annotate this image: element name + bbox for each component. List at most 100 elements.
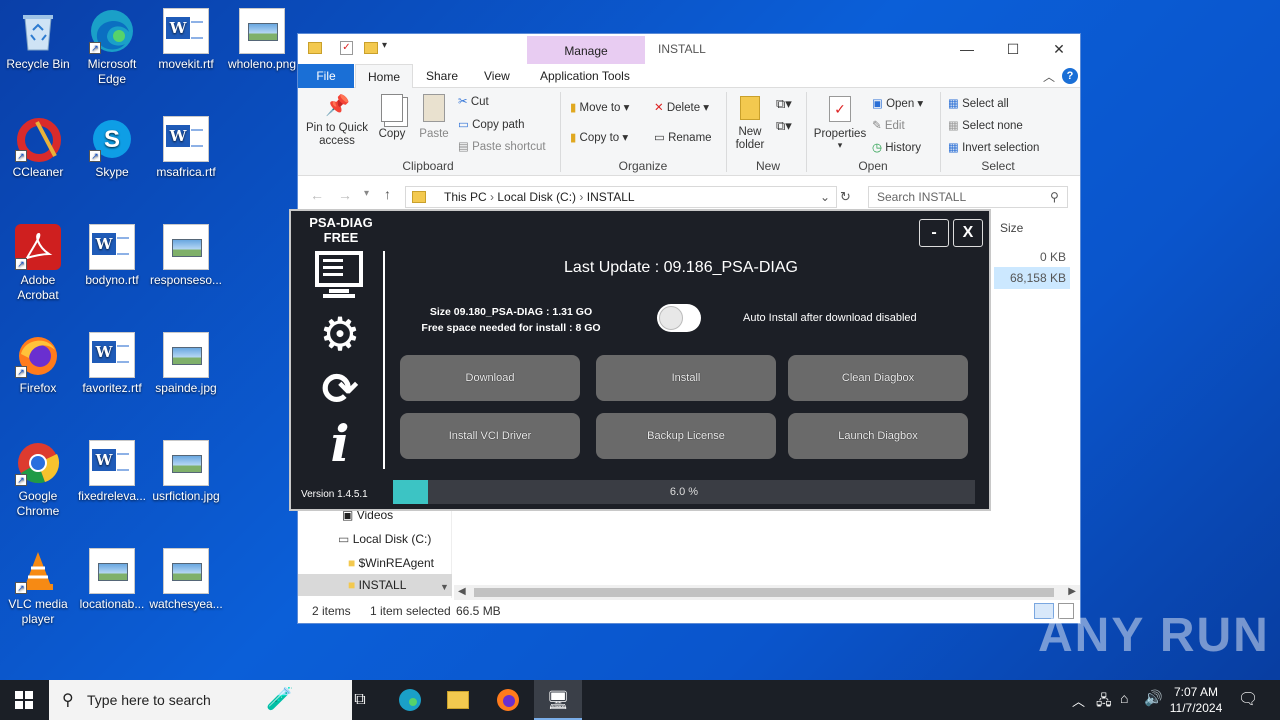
- desktop-icon-ccleaner[interactable]: ↗ CCleaner: [0, 116, 76, 180]
- column-header-size[interactable]: Size: [1000, 221, 1023, 235]
- update-sync-icon[interactable]: ⟳: [317, 367, 363, 413]
- maximize-button[interactable]: ☐: [990, 34, 1036, 64]
- taskbar-search-input[interactable]: Type here to search: [49, 680, 352, 720]
- open-button[interactable]: ▣ Open ▾: [872, 96, 923, 110]
- desktop-icon-recycle-bin[interactable]: Recycle Bin: [0, 8, 76, 72]
- settings-gear-icon[interactable]: ⚙: [317, 311, 363, 357]
- easy-access-button[interactable]: ⧉▾: [776, 118, 792, 134]
- breadcrumb-disk[interactable]: Local Disk (C:): [497, 190, 576, 204]
- ribbon-collapse-icon[interactable]: ︿: [1043, 68, 1055, 85]
- desktop-icon-bodyno[interactable]: W bodyno.rtf: [74, 224, 150, 288]
- breadcrumb-install[interactable]: INSTALL: [587, 190, 635, 204]
- nav-item-winreagent[interactable]: ■ $WinREAgent: [348, 556, 434, 570]
- clean-diagbox-button[interactable]: Clean Diagbox: [788, 355, 968, 401]
- up-arrow-icon[interactable]: ↑: [384, 186, 391, 202]
- select-all-button[interactable]: ▦ Select all: [948, 96, 1009, 110]
- invert-selection-button[interactable]: ▦ Invert selection: [948, 140, 1039, 154]
- tab-application-tools[interactable]: Application Tools: [528, 64, 642, 88]
- scroll-thumb[interactable]: [474, 588, 1054, 597]
- breadcrumb-this-pc[interactable]: This PC: [444, 190, 487, 204]
- rename-button[interactable]: ▭ Rename: [654, 130, 712, 144]
- desktop-icon-movekit[interactable]: W movekit.rtf: [148, 8, 224, 72]
- taskbar-edge[interactable]: [386, 680, 434, 720]
- desktop-icon-favoritez[interactable]: W favoritez.rtf: [74, 332, 150, 396]
- notifications-icon[interactable]: 🗨: [1238, 689, 1258, 709]
- scroll-down-icon[interactable]: ▼: [440, 582, 449, 592]
- auto-install-toggle[interactable]: [657, 304, 701, 332]
- properties-quick-icon[interactable]: ✓: [340, 41, 353, 55]
- recent-dropdown-icon[interactable]: ▾: [364, 188, 369, 199]
- quick-access-dropdown-icon[interactable]: ▾: [382, 40, 387, 51]
- search-input[interactable]: Search INSTALL: [868, 186, 1068, 208]
- taskbar-psa-diag[interactable]: 🖥: [534, 680, 582, 720]
- taskbar-firefox[interactable]: [484, 680, 532, 720]
- minimize-button[interactable]: -: [919, 219, 949, 247]
- desktop-icon-vlc[interactable]: ↗ VLC media player: [0, 548, 76, 627]
- history-button[interactable]: ◷ History: [872, 140, 921, 154]
- new-item-button[interactable]: ⧉▾: [776, 96, 792, 112]
- select-none-button[interactable]: ▦ Select none: [948, 118, 1023, 132]
- desktop-icon-fixedreleva[interactable]: W fixedreleva...: [74, 440, 150, 504]
- desktop-icon-wholeno[interactable]: wholeno.png: [224, 8, 300, 72]
- nav-item-local-disk[interactable]: ▭ Local Disk (C:): [338, 532, 431, 546]
- address-bar[interactable]: This PC › Local Disk (C:) › INSTALL ⌄: [405, 186, 837, 208]
- new-folder-quick-icon[interactable]: [364, 42, 378, 54]
- copy-to-button[interactable]: ▮ Copy to ▾: [570, 130, 628, 144]
- cut-button[interactable]: ✂ Cut: [458, 94, 489, 108]
- edit-button[interactable]: ✎ Edit: [872, 118, 905, 132]
- desktop-icon-skype[interactable]: S ↗ Skype: [74, 116, 150, 180]
- desktop-icon-locationab[interactable]: locationab...: [74, 548, 150, 612]
- desktop-icon-firefox[interactable]: ↗ Firefox: [0, 332, 76, 396]
- desktop-icon-watchesyea[interactable]: watchesyea...: [148, 548, 224, 612]
- desktop-icon-msafrica[interactable]: W msafrica.rtf: [148, 116, 224, 180]
- paste-button[interactable]: Paste: [416, 94, 452, 140]
- back-arrow-icon[interactable]: ←: [310, 187, 324, 203]
- close-button[interactable]: X: [953, 219, 983, 247]
- properties-button[interactable]: ✓ Properties ▾: [812, 96, 868, 151]
- desktop-icon-spainde[interactable]: spainde.jpg: [148, 332, 224, 396]
- desktop-icon-usrfiction[interactable]: usrfiction.jpg: [148, 440, 224, 504]
- tab-home[interactable]: Home: [355, 64, 414, 88]
- show-hidden-icons-icon[interactable]: ︿: [1072, 691, 1085, 710]
- desktop-icon-responseso[interactable]: responseso...: [148, 224, 224, 288]
- desktop-icon-chrome[interactable]: ↗ Google Chrome: [0, 440, 76, 519]
- pin-to-quick-access-button[interactable]: 📌 Pin to Quick access: [304, 94, 370, 148]
- manage-tab[interactable]: Manage: [527, 36, 645, 64]
- address-dropdown-icon[interactable]: ⌄: [820, 187, 830, 207]
- task-view-button[interactable]: ⧉: [336, 680, 384, 720]
- tab-share[interactable]: Share: [414, 64, 470, 88]
- tab-file[interactable]: File: [298, 64, 354, 88]
- new-folder-button[interactable]: New folder: [730, 96, 770, 152]
- scroll-right-icon[interactable]: ▶: [1068, 586, 1076, 597]
- scroll-left-icon[interactable]: ◀: [458, 586, 466, 597]
- install-button[interactable]: Install: [596, 355, 776, 401]
- taskbar-file-explorer[interactable]: [434, 680, 482, 720]
- move-to-button[interactable]: ▮ Move to ▾: [570, 100, 629, 114]
- info-icon[interactable]: i: [317, 419, 363, 469]
- delete-button[interactable]: ✕ Delete ▾: [654, 100, 709, 114]
- desktop-icon-edge[interactable]: ↗ Microsoft Edge: [74, 8, 150, 87]
- windows-logo-icon: [15, 691, 33, 709]
- backup-license-button[interactable]: Backup License: [596, 413, 776, 459]
- clock[interactable]: 7:07 AM 11/7/2024: [1166, 684, 1226, 716]
- paste-shortcut-button[interactable]: ▤ Paste shortcut: [458, 139, 546, 153]
- help-icon[interactable]: ?: [1062, 68, 1078, 84]
- forward-arrow-icon[interactable]: →: [338, 187, 352, 203]
- close-button[interactable]: ✕: [1036, 34, 1082, 64]
- download-button[interactable]: Download: [400, 355, 580, 401]
- minimize-button[interactable]: —: [944, 34, 990, 64]
- refresh-icon[interactable]: ↻: [840, 189, 851, 205]
- wifi-icon[interactable]: ⌂: [1120, 690, 1128, 706]
- install-vci-driver-button[interactable]: Install VCI Driver: [400, 413, 580, 459]
- start-button[interactable]: [0, 680, 48, 720]
- volume-icon[interactable]: 🔊: [1144, 689, 1163, 707]
- copy-button[interactable]: Copy: [374, 94, 410, 140]
- desktop-icon-acrobat[interactable]: ↗ Adobe Acrobat: [0, 224, 76, 303]
- computer-icon[interactable]: [315, 251, 363, 299]
- network-icon[interactable]: 🖧: [1096, 690, 1112, 714]
- horizontal-scrollbar[interactable]: ◀ ▶: [454, 585, 1080, 600]
- address-folder-icon: [412, 191, 426, 203]
- launch-diagbox-button[interactable]: Launch Diagbox: [788, 413, 968, 459]
- tab-view[interactable]: View: [472, 64, 522, 88]
- copy-path-button[interactable]: ▭ Copy path: [458, 117, 525, 131]
